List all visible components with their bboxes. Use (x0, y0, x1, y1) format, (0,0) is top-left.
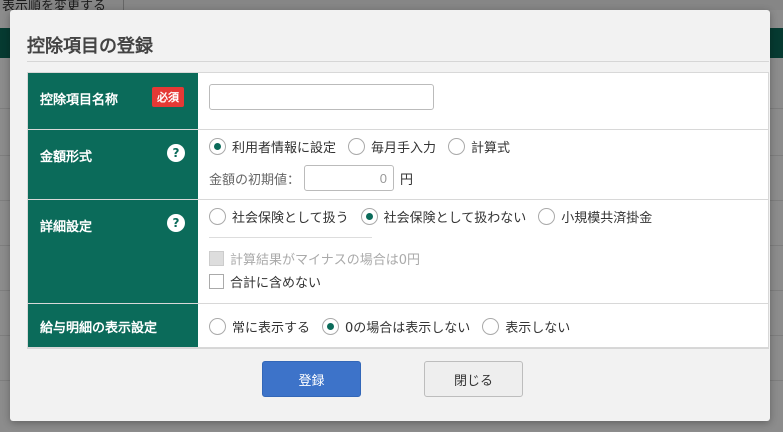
help-icon[interactable]: ? (167, 144, 185, 162)
initial-value-label: 金額の初期値： (209, 172, 301, 188)
deduction-name-input[interactable] (209, 84, 434, 110)
radio-circle (348, 137, 366, 155)
display-row: 給与明細の表示設定 常に表示する 0の場合は表示しない 表示しない (28, 303, 768, 347)
radio-formula[interactable]: 計算式 (448, 137, 510, 156)
display-row-content: 常に表示する 0の場合は表示しない 表示しない (198, 304, 768, 347)
radio-circle (209, 207, 226, 225)
radio-label: 利用者情報に設定 (232, 140, 337, 156)
amount-row-content: 利用者情報に設定 毎月手入力 計算式 金額の初期値： 円 (198, 130, 768, 199)
footer-divider (27, 348, 769, 349)
checkbox-negative-zero[interactable]: 計算結果がマイナスの場合は0円 (209, 248, 757, 269)
radio-label: 計算式 (471, 140, 511, 156)
display-row-label: 給与明細の表示設定 (28, 304, 198, 347)
detail-row-label: 詳細設定 ? (28, 200, 198, 303)
radio-circle (538, 207, 556, 225)
radio-circle (482, 317, 500, 335)
amount-label-text: 金額形式 (40, 150, 93, 165)
radio-label: 社会保険として扱う (232, 210, 349, 226)
radio-label: 0の場合は表示しない (345, 320, 471, 336)
initial-value-input[interactable] (304, 165, 395, 191)
detail-label-text: 詳細設定 (40, 220, 93, 235)
checkbox-label: 合計に含めない (230, 276, 322, 291)
radio-label: 社会保険として扱わない (383, 210, 527, 226)
radio-label: 毎月手入力 (371, 140, 437, 156)
name-row-label: 控除項目名称 必須 (28, 73, 198, 129)
detail-row: 詳細設定 ? 社会保険として扱う 社会保険として扱わない 小規模共済掛金 計算結… (28, 199, 768, 303)
display-label-text: 給与明細の表示設定 (40, 321, 158, 336)
insurance-radio-group: 社会保険として扱う 社会保険として扱わない 小規模共済掛金 (209, 205, 757, 227)
initial-value-row: 金額の初期値： 円 (209, 165, 757, 191)
radio-hide-if-zero[interactable]: 0の場合は表示しない (322, 317, 470, 336)
radio-label: 常に表示する (232, 320, 311, 336)
title-divider (27, 61, 769, 62)
detail-divider (209, 237, 372, 238)
checkbox-disabled (209, 251, 224, 266)
register-deduction-dialog: 控除項目の登録 控除項目名称 必須 金額形式 ? 利用者情報に設定 毎月手入力 … (10, 10, 770, 421)
required-badge: 必須 (152, 87, 184, 107)
name-row-content (198, 73, 768, 129)
radio-not-social-insurance[interactable]: 社会保険として扱わない (360, 207, 527, 226)
radio-label: 表示しない (505, 320, 571, 336)
radio-circle-checked (360, 207, 378, 225)
radio-hide[interactable]: 表示しない (482, 317, 570, 336)
deduction-form: 控除項目名称 必須 金額形式 ? 利用者情報に設定 毎月手入力 計算式 金額の初… (27, 72, 769, 348)
radio-monthly-manual[interactable]: 毎月手入力 (348, 137, 436, 156)
name-label-text: 控除項目名称 (40, 93, 119, 108)
radio-social-insurance[interactable]: 社会保険として扱う (209, 207, 349, 226)
radio-user-info[interactable]: 利用者情報に設定 (209, 137, 336, 156)
checkbox (209, 274, 224, 289)
display-radio-group: 常に表示する 0の場合は表示しない 表示しない (209, 315, 757, 337)
radio-circle-checked (209, 137, 226, 155)
amount-row-label: 金額形式 ? (28, 130, 198, 199)
checkbox-label: 計算結果がマイナスの場合は0円 (230, 253, 421, 268)
help-icon[interactable]: ? (167, 214, 185, 232)
dialog-title: 控除項目の登録 (27, 36, 153, 57)
radio-always-show[interactable]: 常に表示する (209, 317, 310, 336)
name-row: 控除項目名称 必須 (28, 73, 768, 129)
amount-row: 金額形式 ? 利用者情報に設定 毎月手入力 計算式 金額の初期値： 0 円 (28, 129, 768, 199)
radio-label: 小規模共済掛金 (561, 210, 653, 226)
detail-row-content: 社会保険として扱う 社会保険として扱わない 小規模共済掛金 計算結果がマイナスの… (198, 200, 768, 303)
register-button[interactable]: 登録 (262, 361, 361, 397)
radio-circle (209, 317, 226, 335)
close-button[interactable]: 閉じる (424, 361, 523, 397)
checkbox-exclude-total[interactable]: 合計に含めない (209, 271, 757, 292)
radio-small-business-mutual[interactable]: 小規模共済掛金 (538, 207, 652, 226)
radio-circle-checked (322, 317, 340, 335)
amount-type-radio-group: 利用者情報に設定 毎月手入力 計算式 (209, 135, 757, 157)
yen-unit-label: 円 (400, 172, 414, 188)
radio-circle (448, 137, 466, 155)
